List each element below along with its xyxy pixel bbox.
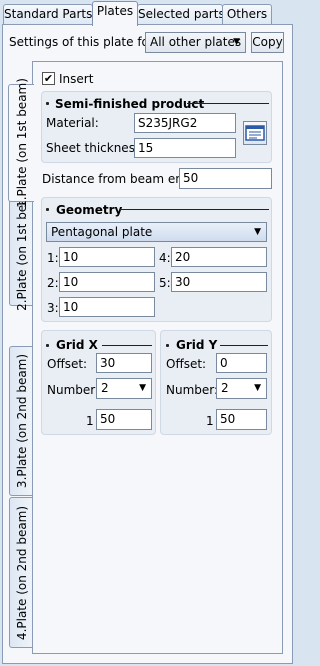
chevron-down-icon: ▼ <box>254 227 261 237</box>
grid-y-offset-input[interactable]: 0 <box>216 353 267 373</box>
grid-x-offset-input[interactable]: 30 <box>96 353 152 373</box>
geometry-field-3-input[interactable]: 10 <box>59 297 155 317</box>
grid-x-number-select[interactable]: 2 ▼ <box>96 378 152 399</box>
group-marker <box>46 208 49 211</box>
tab-plate-1[interactable]: 1.Plate (on 1st beam) <box>8 78 34 208</box>
grid-y-number-value: 2 <box>221 381 229 395</box>
thickness-label: Sheet thickness: <box>46 141 146 155</box>
grid-x-row-input[interactable]: 50 <box>96 409 152 430</box>
geometry-field-4-label: 4: <box>159 251 171 265</box>
tab-plate-1-label: 1.Plate (on 1st beam) <box>14 78 29 208</box>
material-label: Material: <box>46 116 99 130</box>
grid-x-number-label: Number: <box>47 383 100 397</box>
group-divider <box>102 345 152 346</box>
grid-y-row-index: 1 <box>206 414 214 428</box>
semi-finished-title: Semi-finished product <box>55 97 205 111</box>
shape-select[interactable]: Pentagonal plate ▼ <box>46 222 267 242</box>
tab-plates[interactable]: Plates <box>92 1 138 26</box>
geometry-field-5-label: 5: <box>159 276 171 290</box>
tab-selected-parts[interactable]: Selected parts <box>137 4 225 25</box>
tab-plate-4[interactable]: 4.Plate (on 2nd beam) <box>9 497 33 648</box>
checkmark-icon: ✔ <box>43 72 54 85</box>
geometry-title: Geometry <box>56 203 123 217</box>
settings-label: Settings of this plate for <box>9 35 154 49</box>
geometry-field-1-label: 1: <box>47 251 59 265</box>
shape-select-value: Pentagonal plate <box>51 225 153 239</box>
insert-label: Insert <box>59 72 94 86</box>
thickness-input[interactable]: 15 <box>134 138 236 158</box>
grid-y-title: Grid Y <box>176 338 218 352</box>
grid-x-offset-label: Offset: <box>47 357 88 371</box>
copy-button[interactable]: Copy <box>251 32 284 53</box>
grid-y-row-input[interactable]: 50 <box>216 409 267 430</box>
group-marker <box>166 344 169 347</box>
geometry-field-3-label: 3: <box>47 301 59 315</box>
geometry-field-4-input[interactable]: 20 <box>171 247 267 267</box>
plate-selector[interactable]: All other plates ▼ <box>145 32 246 53</box>
chevron-down-icon: ▼ <box>254 383 261 393</box>
group-divider <box>187 103 269 104</box>
insert-checkbox[interactable]: ✔ <box>42 72 55 85</box>
grid-x-title: Grid X <box>56 338 98 352</box>
tab-plate-3-label: 3.Plate (on 2nd beam) <box>14 353 29 489</box>
group-marker <box>46 102 49 105</box>
plate-selector-value: All other plates <box>150 35 242 49</box>
material-catalog-button[interactable] <box>243 121 267 145</box>
chevron-down-icon: ▼ <box>233 37 240 47</box>
grid-y-number-select[interactable]: 2 ▼ <box>216 378 267 399</box>
chevron-down-icon: ▼ <box>139 383 146 393</box>
distance-input[interactable]: 50 <box>179 168 272 189</box>
catalog-icon <box>245 125 265 141</box>
group-marker <box>46 344 49 347</box>
tab-standard-parts[interactable]: Standard Parts <box>3 4 93 25</box>
geometry-field-2-label: 2: <box>47 276 59 290</box>
tab-plate-4-label: 4.Plate (on 2nd beam) <box>14 505 29 640</box>
distance-label: Distance from beam end: <box>42 172 195 186</box>
grid-y-offset-label: Offset: <box>166 357 207 371</box>
tab-plate-3[interactable]: 3.Plate (on 2nd beam) <box>9 346 33 496</box>
tab-others[interactable]: Others <box>222 4 272 25</box>
group-divider <box>120 209 269 210</box>
grid-x-number-value: 2 <box>101 381 109 395</box>
material-input[interactable]: S235JRG2 <box>134 113 236 133</box>
geometry-field-1-input[interactable]: 10 <box>59 247 155 267</box>
grid-y-number-label: Number: <box>166 383 219 397</box>
group-divider <box>220 345 268 346</box>
grid-x-row-index: 1 <box>86 414 94 428</box>
geometry-field-2-input[interactable]: 10 <box>59 272 155 292</box>
geometry-field-5-input[interactable]: 30 <box>171 272 267 292</box>
